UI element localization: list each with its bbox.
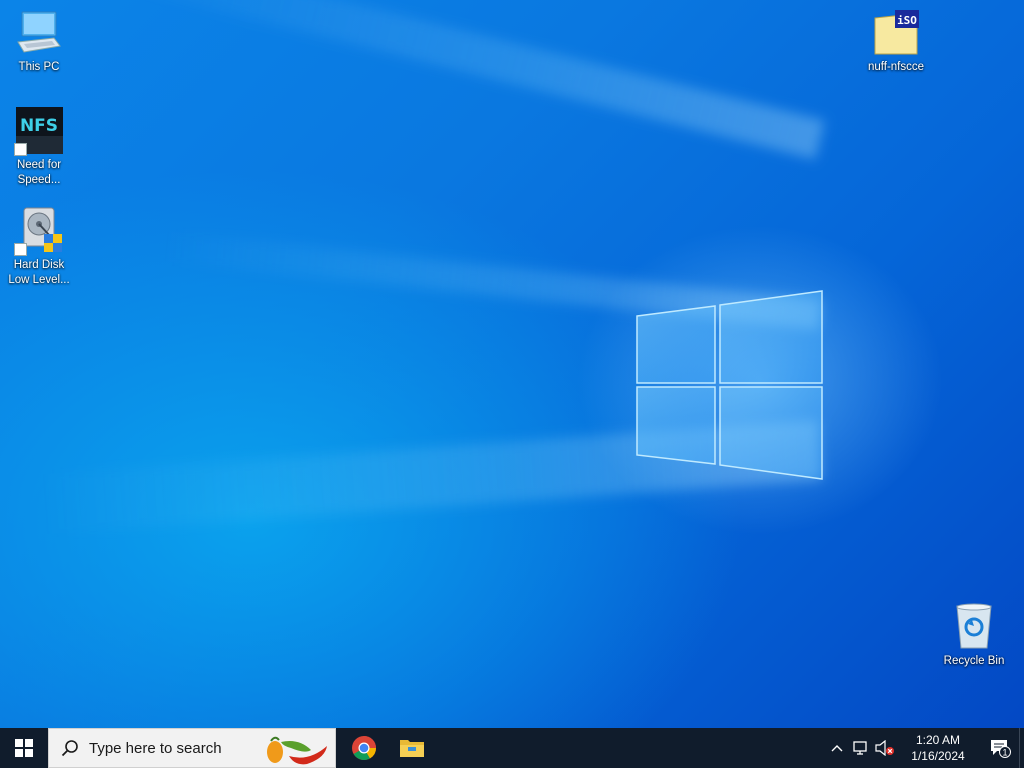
start-button[interactable] (0, 728, 48, 768)
network-icon (853, 741, 867, 755)
file-explorer-icon (400, 740, 424, 757)
search-highlight-peppers-icon (267, 736, 327, 765)
nfs-icon: NFS (14, 106, 64, 156)
volume-muted-icon (875, 740, 894, 756)
desktop-icon-iso-file[interactable]: iSO nuff-nfscce (858, 8, 934, 75)
icon-label: nuff-nfscce (867, 61, 925, 73)
chrome-icon (352, 736, 376, 761)
taskbar: Type here to search 1:20 AM 1/16/2024 1 (0, 728, 1024, 768)
clock-time: 1:20 AM (915, 733, 961, 747)
icon-label: Recycle Bin (943, 655, 1005, 667)
desktop-icon-hdd-low-level[interactable]: Hard Disk Low Level... (1, 206, 77, 288)
notifications-icon: 1 (991, 740, 1011, 758)
chevron-up-icon (831, 745, 843, 752)
taskbar-search-box[interactable]: Type here to search (48, 728, 336, 768)
this-pc-icon (14, 8, 64, 58)
desktop-icon-need-for-speed[interactable]: NFS Need for Speed... (1, 106, 77, 188)
iso-file-icon: iSO (871, 8, 921, 58)
desktop[interactable]: This PC NFS Need for Speed... Hard Disk … (0, 0, 1024, 728)
recycle-bin-icon (949, 602, 999, 652)
hdd-tool-icon (14, 206, 64, 256)
search-icon (61, 740, 78, 757)
windows-start-icon (15, 739, 33, 757)
taskbar-chrome[interactable] (340, 728, 388, 768)
action-center-button[interactable]: 1 (981, 728, 1019, 768)
shortcut-arrow-icon (14, 243, 27, 256)
tray-overflow-button[interactable] (825, 728, 849, 768)
notification-count: 1 (1002, 748, 1007, 758)
taskbar-clock[interactable]: 1:20 AM 1/16/2024 (903, 728, 973, 768)
tray-network-button[interactable] (849, 728, 873, 768)
desktop-icon-recycle-bin[interactable]: Recycle Bin (936, 602, 1012, 669)
show-desktop-button[interactable] (1019, 728, 1024, 768)
icon-label: This PC (18, 61, 60, 73)
icon-label: Need for Speed... (16, 159, 62, 186)
system-tray: 1:20 AM 1/16/2024 1 (825, 728, 1024, 768)
taskbar-file-explorer[interactable] (388, 728, 436, 768)
nfs-logo-text: NFS (20, 116, 58, 136)
desktop-icon-this-pc[interactable]: This PC (1, 8, 77, 75)
windows-logo-wallpaper (636, 290, 823, 480)
clock-date: 1/16/2024 (911, 749, 965, 763)
wallpaper-light-beam (97, 0, 825, 160)
tray-volume-button[interactable] (873, 728, 897, 768)
iso-badge-text: iSO (897, 14, 917, 27)
search-placeholder[interactable]: Type here to search (89, 740, 222, 757)
shortcut-arrow-icon (14, 143, 27, 156)
icon-label: Hard Disk Low Level... (8, 259, 70, 286)
